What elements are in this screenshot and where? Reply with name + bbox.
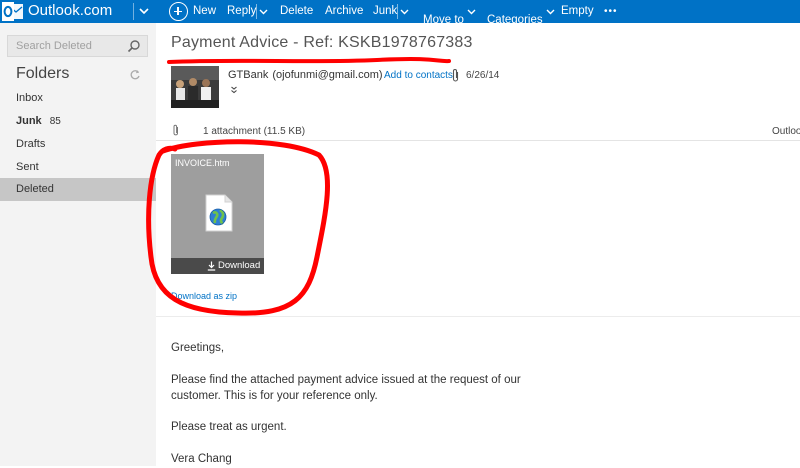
chevron-down-icon <box>467 9 476 15</box>
body-paragraph-line: customer. This is for your reference onl… <box>171 390 378 402</box>
download-button[interactable]: Download <box>218 260 260 271</box>
expand-details-icon[interactable] <box>230 86 238 94</box>
sidebar-item-drafts[interactable]: Drafts <box>0 133 156 156</box>
plus-circle-icon[interactable] <box>169 2 188 21</box>
sender-name[interactable]: GTBank <box>228 69 268 81</box>
search-box[interactable]: Search Deleted <box>7 35 148 57</box>
search-icon[interactable] <box>127 39 141 53</box>
attachment-summary: 1 attachment (11.5 KB) <box>203 126 306 137</box>
body-urgent-line: Please treat as urgent. <box>171 421 287 433</box>
archive-button[interactable]: Archive <box>325 0 363 23</box>
sender-avatar[interactable] <box>171 66 219 108</box>
junk-divider <box>397 4 398 19</box>
sidebar-item-deleted[interactable]: Deleted <box>0 178 156 201</box>
sidebar-item-label: Drafts <box>16 138 46 150</box>
paperclip-icon <box>173 124 178 136</box>
html-file-icon <box>205 194 233 232</box>
more-options-button[interactable]: ••• <box>604 0 618 23</box>
brand-name[interactable]: Outlook.com <box>28 2 112 19</box>
red-underline-annotation <box>167 57 451 64</box>
sidebar-item-label: Sent <box>16 161 39 173</box>
chevron-down-icon <box>546 9 555 15</box>
empty-button[interactable]: Empty <box>561 0 594 23</box>
delete-button[interactable]: Delete <box>280 0 313 23</box>
sender-email: (ojofunmi@gmail.com) <box>272 69 383 81</box>
reply-dropdown-chevron[interactable] <box>259 0 268 23</box>
body-paragraph-line: Please find the attached payment advice … <box>171 374 521 386</box>
attachments-bar: 1 attachment (11.5 KB) Outloo <box>156 121 800 141</box>
chevron-down-icon[interactable] <box>138 3 150 19</box>
body-greeting: Greetings, <box>171 342 225 354</box>
view-in-online-link[interactable]: Outloo <box>772 126 800 137</box>
sidebar-item-junk[interactable]: Junk 85 <box>0 110 156 133</box>
move-to-button[interactable]: Move to <box>423 0 476 26</box>
folders-heading: Folders <box>16 65 70 82</box>
sidebar-item-label: Junk <box>16 115 42 127</box>
sidebar-item-label: Inbox <box>16 92 43 104</box>
paperclip-icon <box>452 69 459 82</box>
chevron-down-icon <box>400 9 409 15</box>
body-signature: Vera Chang <box>171 453 232 465</box>
outlook-logo-icon[interactable] <box>2 2 24 21</box>
categories-button[interactable]: Categories <box>487 0 555 26</box>
reply-divider <box>256 4 257 19</box>
download-as-zip-link[interactable]: Download as zip <box>171 291 237 301</box>
attachment-tile[interactable]: INVOICE.htm Download <box>171 154 264 274</box>
sender-line: GTBank (ojofunmi@gmail.com) <box>228 69 383 81</box>
unread-count-badge: 85 <box>49 116 61 127</box>
command-bar: Outlook.com New Reply Delete Archive Jun… <box>0 0 800 26</box>
junk-dropdown-chevron[interactable] <box>400 0 409 23</box>
chevron-down-icon <box>259 9 268 15</box>
header-body-divider <box>156 316 800 317</box>
folder-pane: Search Deleted Folders Inbox Junk 85 Draf… <box>0 23 156 466</box>
junk-button[interactable]: Junk <box>373 0 397 23</box>
new-button[interactable]: New <box>193 0 216 23</box>
refresh-icon[interactable] <box>129 69 141 81</box>
download-bar[interactable]: Download <box>171 258 264 274</box>
brand-divider <box>133 3 134 20</box>
subject-line: Payment Advice - Ref: KSKB1978767383 <box>171 34 473 51</box>
search-input[interactable]: Search Deleted <box>16 40 92 52</box>
attachment-file-name: INVOICE.htm <box>175 158 230 168</box>
sidebar-item-label: Deleted <box>16 183 54 195</box>
sidebar-item-inbox[interactable]: Inbox <box>0 87 156 110</box>
sidebar-item-sent[interactable]: Sent <box>0 156 156 179</box>
reply-button[interactable]: Reply <box>227 0 256 23</box>
download-icon <box>207 261 216 271</box>
message-date: 6/26/14 <box>466 70 500 81</box>
add-to-contacts-link[interactable]: Add to contacts <box>384 70 453 81</box>
